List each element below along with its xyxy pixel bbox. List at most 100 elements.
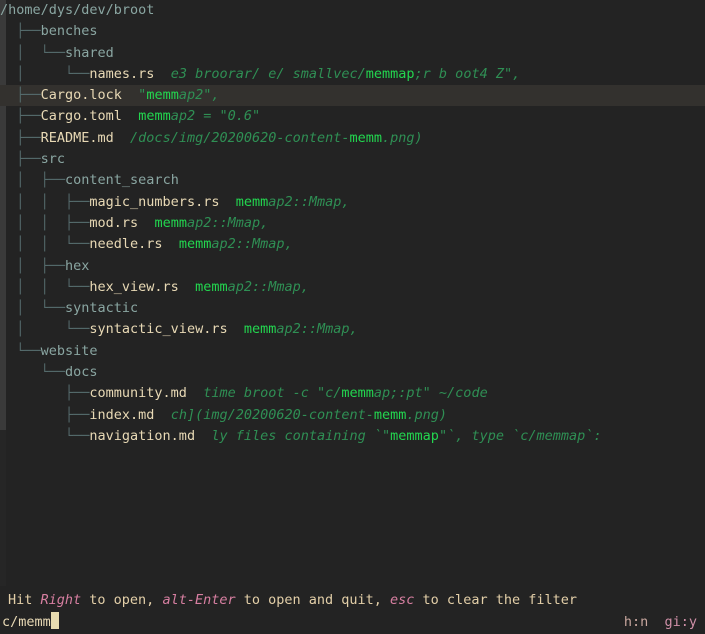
directory-name: syntactic [65, 300, 139, 317]
file-name: Cargo.toml [40, 108, 122, 125]
preview-text [219, 194, 235, 210]
match-preview: ch](img/20200620-content-memm.png) [154, 407, 447, 423]
preview-text: ap2::Mmap, [268, 193, 350, 210]
status-flags[interactable]: h:n gi:y [624, 611, 697, 634]
tree-branch-glyph: │ ├── [0, 172, 66, 189]
directory-name: hex [65, 257, 90, 274]
tree-row[interactable]: │ │ └──hex_view.rs memmap2::Mmap, [0, 277, 705, 298]
match-highlight: memmap [390, 427, 439, 444]
file-name: names.rs [89, 65, 155, 82]
match-preview: ly files containing `"memmap"`, type `c/… [195, 428, 601, 444]
preview-text: ap2", [178, 87, 220, 104]
tree-branch-glyph: │ ├── [0, 257, 66, 274]
preview-text: ;r b oot4 Z", [414, 65, 521, 82]
file-tree[interactable]: /home/dys/dev/broot ├──benches │ └──shar… [0, 0, 705, 586]
tree-row[interactable]: └──docs [0, 362, 705, 383]
broot-window: /home/dys/dev/broot ├──benches │ └──shar… [0, 0, 705, 634]
tree-branch-glyph: ├── [0, 385, 90, 402]
tree-row[interactable]: ├──src [0, 149, 705, 170]
preview-text: ap2::Mmap, [186, 214, 269, 231]
file-name: hex_view.rs [89, 278, 179, 295]
tree-row[interactable]: │ └──shared [0, 43, 705, 64]
tree-row[interactable]: /home/dys/dev/broot [0, 0, 705, 21]
tree-row[interactable]: └──navigation.md ly files containing `"m… [0, 426, 705, 447]
directory-name: website [40, 342, 98, 359]
tree-row[interactable]: ├──README.md /docs/img/20200620-content-… [0, 128, 705, 149]
tree-branch-glyph: │ │ └── [0, 278, 90, 295]
tree-branch-glyph: │ └── [0, 65, 90, 82]
match-preview: "memmap2", [121, 87, 220, 104]
preview-text: ap2::Mmap, [276, 321, 358, 338]
preview-text: e3 broorar/ e/ smallvec/ [154, 65, 366, 82]
preview-text: ap2 = "0.6" [170, 108, 261, 125]
tree-row[interactable]: └──website [0, 341, 705, 362]
tree-row[interactable]: │ └──names.rs e3 broorar/ e/ smallvec/me… [0, 64, 705, 85]
preview-text: ap2::Mmap, [211, 236, 293, 253]
tree-branch-glyph: │ │ ├── [0, 193, 90, 210]
tree-row[interactable]: │ ├──hex [0, 256, 705, 277]
match-preview: memmap2::Mmap, [228, 321, 358, 337]
directory-name: src [40, 151, 66, 168]
tree-row[interactable]: ├──index.md ch](img/20200620-content-mem… [0, 405, 705, 426]
match-highlight: memm [154, 214, 187, 231]
match-highlight: memm [341, 385, 374, 402]
preview-text [163, 236, 179, 252]
match-highlight: memm [146, 87, 179, 104]
tree-branch-glyph: └── [0, 364, 66, 381]
match-highlight: memm [243, 321, 277, 338]
root-path: /home/dys/dev/broot [0, 2, 155, 18]
tree-row[interactable]: │ │ └──needle.rs memmap2::Mmap, [0, 234, 705, 255]
match-highlight: memm [178, 236, 212, 253]
preview-text: ap;:pt" ~/code [373, 385, 488, 402]
preview-text: .png) [382, 129, 423, 146]
tree-row-selected[interactable]: ├──Cargo.lock "memmap2", [0, 85, 705, 107]
tree-branch-glyph: │ │ └── [0, 236, 90, 253]
directory-name: content_search [65, 172, 179, 189]
tree-branch-glyph: ├── [0, 108, 41, 125]
file-name: syntactic_view.rs [89, 321, 228, 338]
match-preview: /docs/img/20200620-content-memm.png) [114, 130, 423, 146]
directory-name: shared [65, 44, 114, 61]
directory-name: benches [40, 23, 98, 40]
tree-branch-glyph: ├── [0, 151, 41, 168]
preview-text: /docs/img/20200620-content- [113, 129, 350, 146]
preview-text: ly files containing `" [195, 427, 391, 444]
match-preview: memmap2::Mmap, [219, 193, 350, 210]
tree-row[interactable]: ├──benches [0, 21, 705, 42]
tree-branch-glyph: ├── [0, 87, 41, 104]
hint-key: Right [40, 592, 82, 608]
preview-text: " [121, 87, 147, 104]
input-bar[interactable]: c/memm h:n gi:y [0, 611, 705, 634]
tree-branch-glyph: └── [0, 342, 41, 359]
preview-text: "`, type `c/memmap`: [438, 427, 602, 444]
tree-row[interactable]: ├──community.md time broot -c "c/memmap;… [0, 383, 705, 404]
tree-row[interactable]: ├──Cargo.toml memmap2 = "0.6" [0, 106, 705, 127]
filter-input-value[interactable]: c/memm [2, 614, 51, 630]
preview-text: time broot -c "c/ [186, 385, 342, 402]
tree-row[interactable]: │ │ ├──magic_numbers.rs memmap2::Mmap, [0, 192, 705, 213]
tree-branch-glyph: ├── [0, 129, 41, 146]
tree-row[interactable]: │ └──syntactic [0, 298, 705, 319]
directory-name: docs [65, 364, 98, 381]
match-highlight: memm [235, 193, 269, 210]
filter-input[interactable]: c/memm [2, 611, 59, 634]
tree-branch-glyph: └── [0, 427, 90, 444]
preview-text [138, 215, 154, 231]
match-preview: time broot -c "c/memmap;:pt" ~/code [187, 385, 488, 401]
file-name: index.md [89, 406, 155, 423]
flag-hidden[interactable]: h:n [624, 614, 648, 630]
preview-text: ch](img/20200620-content- [154, 406, 374, 423]
tree-row[interactable]: │ ├──content_search [0, 170, 705, 191]
tree-row[interactable]: │ │ ├──mod.rs memmap2::Mmap, [0, 213, 705, 234]
tree-row[interactable]: │ └──syntactic_view.rs memmap2::Mmap, [0, 319, 705, 340]
match-preview: memmap2::Mmap, [163, 236, 293, 252]
hint-bar: Hit Right to open, alt-Enter to open and… [0, 589, 705, 611]
tree-branch-glyph: │ │ ├── [0, 214, 90, 231]
match-highlight: memm [373, 406, 407, 423]
flag-gitignore[interactable]: gi:y [664, 614, 697, 630]
match-preview: e3 broorar/ e/ smallvec/memmap;r b oot4 … [154, 65, 521, 82]
preview-text: .png) [406, 406, 448, 423]
hint-text: Hit [8, 592, 41, 608]
match-highlight: memm [349, 129, 383, 146]
hint-key: esc [390, 592, 415, 608]
